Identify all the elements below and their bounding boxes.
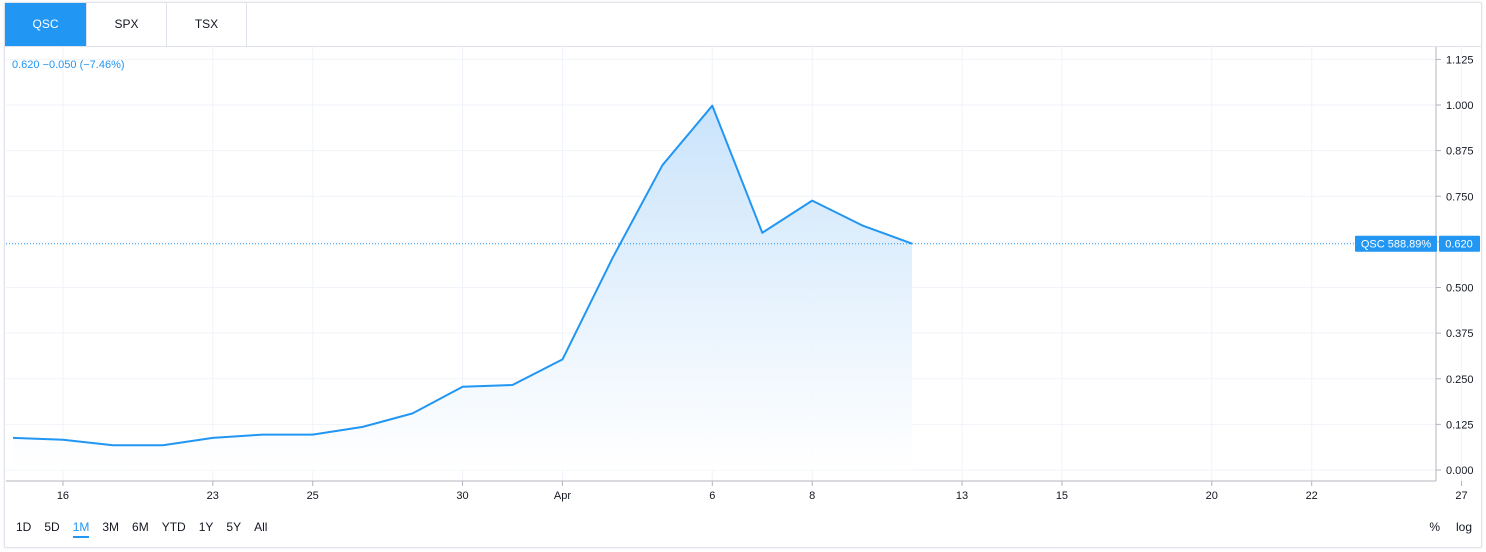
range-all[interactable]: All — [254, 520, 267, 534]
symbol-price-tag-label: QSC 588.89% — [1361, 239, 1432, 251]
price-chart[interactable]: 0.0000.1250.2500.3750.5000.6250.7500.875… — [0, 0, 1486, 552]
range-1y[interactable]: 1Y — [199, 520, 214, 534]
y-tick-label: 0.375 — [1446, 328, 1474, 340]
y-tick-label: 0.125 — [1446, 419, 1474, 431]
x-tick-label: 13 — [956, 490, 968, 502]
y-tick-label: 0.875 — [1446, 146, 1474, 158]
percent-scale-toggle[interactable]: % — [1429, 520, 1440, 534]
y-tick-label: 0.500 — [1446, 283, 1474, 295]
x-tick-label: 20 — [1206, 490, 1218, 502]
range-6m[interactable]: 6M — [132, 520, 149, 534]
x-tick-label: 23 — [207, 490, 219, 502]
x-tick-label: 25 — [307, 490, 319, 502]
x-tick-label: 15 — [1056, 490, 1068, 502]
range-ytd[interactable]: YTD — [162, 520, 186, 534]
x-tick-label: 6 — [709, 490, 715, 502]
x-tick-label: 8 — [809, 490, 815, 502]
log-scale-toggle[interactable]: log — [1456, 520, 1472, 534]
y-tick-label: 1.125 — [1446, 54, 1474, 66]
x-tick-label: Apr — [554, 490, 571, 502]
range-5y[interactable]: 5Y — [226, 520, 241, 534]
x-tick-label: 22 — [1306, 490, 1318, 502]
x-tick-label: 27 — [1455, 490, 1467, 502]
x-tick-label: 30 — [456, 490, 468, 502]
range-1m[interactable]: 1M — [72, 520, 89, 538]
range-selector: 1D 5D 1M 3M 6M YTD 1Y 5Y All — [16, 520, 280, 538]
y-tick-label: 0.250 — [1446, 374, 1474, 386]
y-tick-label: 0.750 — [1446, 191, 1474, 203]
y-tick-label: 1.000 — [1446, 100, 1474, 112]
price-legend: 0.620 −0.050 (−7.46%) — [12, 59, 125, 71]
range-5d[interactable]: 5D — [44, 520, 59, 534]
x-tick-label: 16 — [57, 490, 69, 502]
axis-price-tag-value: 0.620 — [1445, 239, 1473, 251]
y-tick-label: 0.000 — [1446, 465, 1474, 477]
scale-options: % log — [1413, 520, 1472, 534]
range-1d[interactable]: 1D — [16, 520, 31, 534]
range-3m[interactable]: 3M — [102, 520, 119, 534]
